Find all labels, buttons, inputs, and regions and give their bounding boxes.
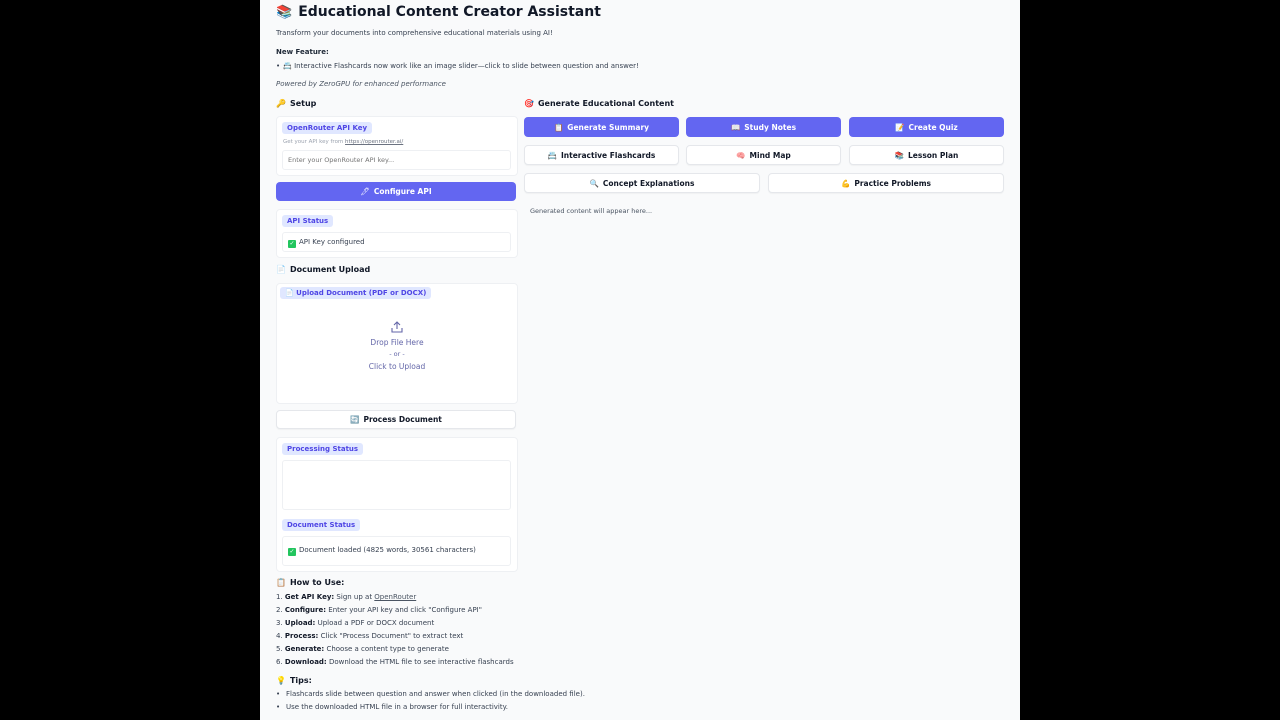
new-feature-item: • 📇 Interactive Flashcards now work like … (276, 62, 639, 70)
lightbulb-icon: 💡 (276, 676, 286, 685)
howto-step-4: 4. Process: Click "Process Document" to … (276, 632, 464, 640)
key-icon: 🔑 (276, 99, 286, 108)
drop-file-text: Drop File Here (370, 338, 424, 347)
document-status-label: Document Status (282, 519, 361, 531)
new-feature-heading: New Feature: (276, 48, 329, 56)
document-status-box: ✓ Document loaded (4825 words, 30561 char… (282, 536, 511, 566)
clipboard-icon: 📋 (553, 122, 564, 132)
lesson-plan-button[interactable]: 📚 Lesson Plan (849, 145, 1004, 165)
practice-problems-button[interactable]: 💪 Practice Problems (768, 173, 1004, 193)
books-icon: 📚 (276, 5, 293, 20)
brain-icon: 🧠 (736, 150, 746, 160)
app-page: 📚 Educational Content Creator Assistant T… (260, 0, 1020, 720)
api-key-label: OpenRouter API Key (282, 122, 373, 134)
document-upload-heading: 📄 Document Upload (276, 265, 371, 274)
page-subtitle: Transform your documents into comprehens… (276, 29, 553, 37)
concept-explanations-button[interactable]: 🔍 Concept Explanations (524, 173, 760, 193)
processing-status-box (282, 460, 511, 510)
configure-api-button[interactable]: 🖊 Configure API (276, 182, 516, 201)
tip-item: • Use the downloaded HTML file in a brows… (276, 703, 508, 711)
tips-heading: 💡 Tips: (276, 676, 312, 685)
generate-summary-button[interactable]: 📋 Generate Summary (524, 117, 679, 137)
flashcard-icon: 📇 (283, 62, 292, 70)
book-icon: 📖 (730, 122, 741, 132)
memo-icon: 📝 (895, 122, 905, 132)
howto-step-5: 5. Generate: Choose a content type to ge… (276, 645, 449, 653)
document-status-text: Document loaded (4825 words, 30561 chara… (299, 546, 476, 554)
generate-heading: 🎯 Generate Educational Content (524, 99, 675, 108)
process-document-button[interactable]: 🔄 Process Document (276, 410, 516, 429)
flexed-arm-icon: 💪 (841, 178, 851, 188)
status-panel: Processing Status Document Status ✓ Docum… (276, 437, 518, 572)
clipboard-icon: 📋 (276, 578, 286, 587)
api-status-label: API Status (282, 215, 334, 227)
check-icon: ✓ (288, 240, 296, 248)
tip-item: • Flashcards slide between question and a… (276, 690, 585, 698)
magnifier-icon: 🔍 (589, 178, 599, 188)
page-title: 📚 Educational Content Creator Assistant (276, 4, 601, 20)
study-notes-button[interactable]: 📖 Study Notes (686, 117, 841, 137)
upload-icon (391, 321, 403, 333)
processing-status-label: Processing Status (282, 443, 364, 455)
openrouter-link[interactable]: https://openrouter.ai/ (345, 139, 403, 145)
file-upload-label: 📄 Upload Document (PDF or DOCX) (280, 287, 432, 299)
how-to-use-heading: 📋 How to Use: (276, 578, 345, 587)
howto-step-2: 2. Configure: Enter your API key and cli… (276, 606, 482, 614)
api-key-hint: Get your API key from https://openrouter… (283, 139, 404, 145)
howto-step-6: 6. Download: Download the HTML file to s… (276, 658, 514, 666)
create-quiz-button[interactable]: 📝 Create Quiz (849, 117, 1004, 137)
howto-step-3: 3. Upload: Upload a PDF or DOCX document (276, 619, 435, 627)
setup-heading: 🔑 Setup (276, 99, 317, 108)
refresh-icon: 🔄 (350, 415, 360, 424)
pen-icon: 🖊 (360, 187, 370, 196)
generated-content-output: Generated content will appear here... (530, 207, 653, 215)
document-icon: 📄 (276, 265, 286, 274)
mind-map-button[interactable]: 🧠 Mind Map (686, 145, 841, 165)
books-icon: 📚 (894, 150, 904, 160)
check-icon: ✓ (288, 548, 296, 556)
file-upload-dropzone[interactable]: 📄 Upload Document (PDF or DOCX) Drop Fil… (276, 283, 518, 404)
api-key-input[interactable] (282, 150, 511, 170)
api-key-panel: OpenRouter API Key Get your API key from… (276, 116, 518, 176)
drop-or-text: - or - (389, 350, 405, 358)
file-icon: 📄 (285, 289, 294, 297)
api-status-text: API Key configured (299, 238, 365, 246)
api-status-panel: API Status ✓ API Key configured (276, 209, 518, 258)
howto-step-1: 1. Get API Key: Sign up at OpenRouter (276, 593, 417, 601)
click-to-upload-text[interactable]: Click to Upload (277, 362, 517, 371)
api-status-box: ✓ API Key configured (282, 232, 511, 252)
openrouter-signup-link[interactable]: OpenRouter (374, 593, 416, 601)
target-icon: 🎯 (524, 99, 534, 108)
flashcard-icon: 📇 (547, 150, 557, 160)
powered-by-text: Powered by ZeroGPU for enhanced performa… (276, 80, 446, 88)
interactive-flashcards-button[interactable]: 📇 Interactive Flashcards (524, 145, 679, 165)
